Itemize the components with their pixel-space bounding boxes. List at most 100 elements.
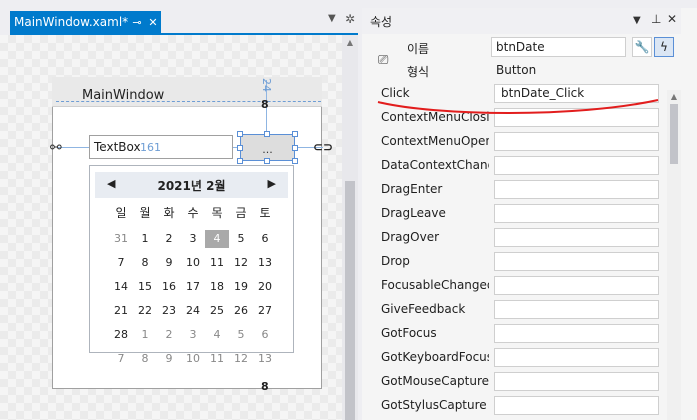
document-tab-title: MainWindow.xaml* [14,15,129,29]
calendar-next-month-icon[interactable]: ▶ [268,177,276,190]
gear-icon[interactable]: ✲ [345,12,355,26]
chain-link-icon[interactable]: ⚯ [50,140,62,156]
calendar-day[interactable]: 5 [229,326,253,344]
event-handler-field[interactable] [494,276,659,295]
margin-anchor-bottom-icon[interactable]: 8 [261,380,269,393]
event-handler-field[interactable] [494,348,659,367]
calendar-day[interactable]: 21 [109,302,133,320]
calendar-day[interactable]: 13 [253,350,277,368]
type-value: Button [496,63,537,77]
calendar-day[interactable]: 26 [229,302,253,320]
close-icon[interactable]: ✕ [667,12,677,26]
resize-handle-top[interactable] [264,131,270,137]
event-handler-field[interactable] [494,228,659,247]
calendar-day[interactable]: 7 [109,350,133,368]
scroll-up-arrow-icon[interactable]: ▲ [342,38,358,47]
calendar-day[interactable]: 7 [109,254,133,272]
event-handler-field[interactable] [494,204,659,223]
calendar-day[interactable]: 3 [181,230,205,248]
calendar-month-title[interactable]: 2021년 2월 [95,177,288,194]
event-row: GotKeyboardFocus [362,346,667,370]
event-handler-field[interactable] [494,324,659,343]
calendar-day[interactable]: 8 [133,254,157,272]
margin-left-value: 161 [140,141,161,154]
properties-vertical-scrollbar[interactable]: ▲ [667,90,681,420]
calendar-day[interactable]: 10 [181,254,205,272]
properties-view-button[interactable]: 🔧 [632,37,652,57]
calendar-day[interactable]: 6 [253,326,277,344]
btn-date-button[interactable]: ... [240,134,295,161]
events-view-button[interactable]: ϟ [654,37,674,57]
calendar-day[interactable]: 9 [157,350,181,368]
event-handler-field[interactable] [494,396,659,415]
pin-icon[interactable]: ⊥ [651,12,661,26]
event-row: DragLeave [362,202,667,226]
calendar-day[interactable]: 11 [205,350,229,368]
calendar-day[interactable]: 22 [133,302,157,320]
event-handler-field[interactable] [494,156,659,175]
properties-scroll-thumb[interactable] [670,104,678,164]
close-icon[interactable]: ✕ [145,16,161,29]
scroll-up-arrow-icon[interactable]: ▲ [667,92,681,101]
event-row: GotStylusCapture [362,394,667,418]
resize-handle-left[interactable] [237,145,243,151]
event-name: FocusableChanged [381,278,489,292]
calendar-day[interactable]: 6 [253,230,277,248]
calendar-week-row: 7 8 9 10 11 12 13 [90,254,293,272]
calendar-day[interactable]: 24 [181,302,205,320]
calendar-day[interactable]: 17 [181,278,205,296]
margin-top-value: 24 [260,78,273,92]
calendar-day[interactable]: 2 [157,230,181,248]
calendar-day[interactable]: 4 [205,326,229,344]
calendar-day[interactable]: 4 [205,230,229,248]
calendar-day[interactable]: 19 [229,278,253,296]
calendar-day[interactable]: 5 [229,230,253,248]
resize-handle-top-left[interactable] [237,131,243,137]
designer-scroll-thumb[interactable] [345,181,355,420]
event-row: DataContextChanged [362,154,667,178]
margin-anchor-top-icon[interactable]: 8 [261,98,269,111]
resize-handle-bottom[interactable] [264,158,270,164]
calendar-day[interactable]: 12 [229,350,253,368]
document-tab[interactable]: MainWindow.xaml* ⊸ ✕ [10,11,161,33]
event-handler-field[interactable] [494,372,659,391]
event-handler-field[interactable] [494,132,659,151]
resize-handle-top-right[interactable] [292,131,298,137]
calendar-day[interactable]: 28 [109,326,133,344]
designer-vertical-scrollbar[interactable]: ▲ [342,35,358,420]
event-handler-field[interactable] [494,180,659,199]
textbox-control[interactable]: TextBox [89,135,233,159]
properties-pane-edge [681,8,697,420]
calendar-day[interactable]: 25 [205,302,229,320]
margin-anchor-icon[interactable]: ⊂⊃ [313,140,333,154]
event-row: Drop [362,250,667,274]
calendar-day[interactable]: 8 [133,350,157,368]
calendar-day[interactable]: 13 [253,254,277,272]
dropdown-menu-icon[interactable]: ▼ [328,13,336,24]
calendar-day[interactable]: 15 [133,278,157,296]
calendar-day[interactable]: 14 [109,278,133,296]
calendar-day[interactable]: 20 [253,278,277,296]
calendar-day[interactable]: 18 [205,278,229,296]
name-field[interactable]: btnDate [491,37,626,57]
calendar-day[interactable]: 3 [181,326,205,344]
calendar-day[interactable]: 27 [253,302,277,320]
event-handler-field[interactable] [494,300,659,319]
resize-handle-bottom-left[interactable] [237,158,243,164]
calendar-day[interactable]: 9 [157,254,181,272]
calendar-day[interactable]: 16 [157,278,181,296]
resize-handle-bottom-right[interactable] [292,158,298,164]
calendar-control[interactable]: ◀ 2021년 2월 ▶ 일월화수목금토 31 1 2 3 4 5 6 7 8 9 10 11 12 13… [89,165,294,365]
dropdown-menu-icon[interactable]: ▼ [633,15,641,26]
calendar-day[interactable]: 12 [229,254,253,272]
calendar-day[interactable]: 1 [133,326,157,344]
calendar-day[interactable]: 2 [157,326,181,344]
calendar-day[interactable]: 1 [133,230,157,248]
calendar-day[interactable]: 10 [181,350,205,368]
pin-icon[interactable]: ⊸ [129,16,145,29]
calendar-day[interactable]: 11 [205,254,229,272]
calendar-day[interactable]: 31 [109,230,133,248]
calendar-day[interactable]: 23 [157,302,181,320]
resize-handle-right[interactable] [292,145,298,151]
event-handler-field[interactable] [494,252,659,271]
